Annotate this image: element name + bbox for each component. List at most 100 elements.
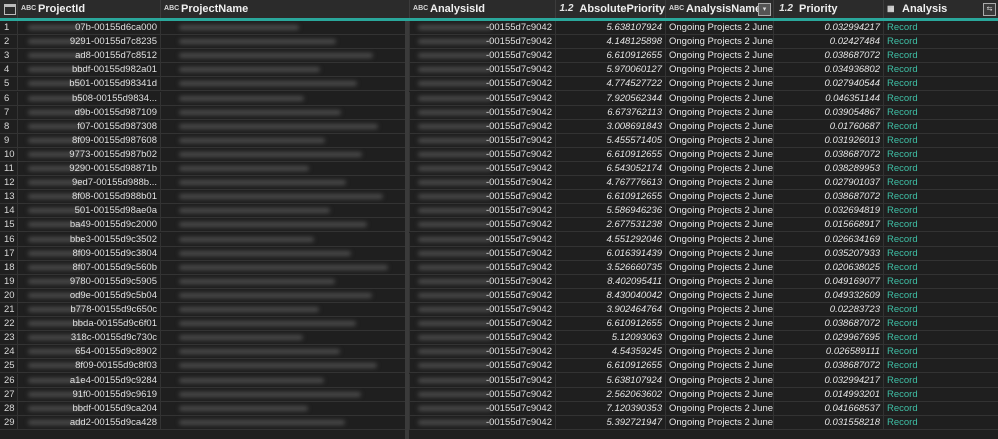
cell-analysisname[interactable]: Ongoing Projects 2 June: [666, 359, 774, 373]
cell-priority[interactable]: 0.026589111: [774, 345, 884, 359]
cell-projectname[interactable]: [161, 288, 410, 302]
cell-analysisname[interactable]: Ongoing Projects 2 June: [666, 147, 774, 161]
cell-analysis-record-link[interactable]: Record: [884, 388, 998, 401]
text-type-icon[interactable]: ABC: [164, 5, 179, 13]
table-row[interactable]: 13 8f08-00155d988b01 -00155d7c9042 6.610912…: [0, 190, 998, 205]
cell-projectid[interactable]: 8f09-00155d987608: [18, 133, 161, 147]
cell-projectname[interactable]: [161, 77, 410, 91]
cell-priority[interactable]: 0.038289953: [774, 162, 884, 175]
table-row[interactable]: 2 9291-00155d7c8235 -00155d7c9042 4.1481258…: [0, 35, 998, 50]
cell-projectid[interactable]: 501-00155d98ae0a: [18, 204, 161, 218]
row-number[interactable]: 3: [0, 49, 18, 63]
cell-analysis-record-link[interactable]: Record: [884, 176, 998, 189]
table-row[interactable]: 11 9290-00155d98871b -00155d7c9042 6.543052…: [0, 162, 998, 176]
text-type-icon[interactable]: ABC: [413, 5, 428, 13]
cell-priority[interactable]: 0.032694819: [774, 204, 884, 218]
cell-priority[interactable]: 0.038687072: [774, 317, 884, 331]
cell-projectid[interactable]: 8f08-00155d988b01: [18, 190, 161, 204]
row-number[interactable]: 15: [0, 218, 18, 232]
table-row[interactable]: 24 654-00155d9c8902 -00155d7c9042 4.5435924…: [0, 345, 998, 360]
cell-analysisname[interactable]: Ongoing Projects 2 June: [666, 49, 774, 63]
cell-priority[interactable]: 0.01760687: [774, 119, 884, 133]
cell-analysisname[interactable]: Ongoing Projects 2 June: [666, 35, 774, 49]
cell-priority[interactable]: 0.031558218: [774, 415, 884, 429]
row-number[interactable]: 25: [0, 359, 18, 373]
cell-projectid[interactable]: a1e4-00155d9c9284: [18, 373, 161, 387]
cell-projectname[interactable]: [161, 317, 410, 331]
cell-projectid[interactable]: 9ed7-00155d988b...: [18, 176, 161, 190]
cell-projectname[interactable]: [161, 190, 410, 204]
cell-priority[interactable]: 0.02427484: [774, 35, 884, 49]
column-header-analysisid[interactable]: ABC AnalysisId: [410, 0, 556, 18]
table-row[interactable]: 8 f07-00155d987308 -00155d7c9042 3.00869184…: [0, 119, 998, 134]
cell-analysis-record-link[interactable]: Record: [884, 49, 998, 62]
row-number[interactable]: 24: [0, 345, 18, 359]
cell-analysisid[interactable]: -00155d7c9042: [410, 133, 556, 147]
column-header-priority[interactable]: 1.2 Priority: [774, 0, 884, 18]
row-number[interactable]: 17: [0, 246, 18, 260]
cell-absolutepriority[interactable]: 6.610912655: [556, 147, 666, 161]
cell-absolutepriority[interactable]: 3.902464764: [556, 303, 666, 316]
cell-analysis-record-link[interactable]: Record: [884, 289, 998, 302]
cell-analysis-record-link[interactable]: Record: [884, 162, 998, 175]
row-number[interactable]: 28: [0, 401, 18, 415]
cell-analysisname[interactable]: Ongoing Projects 2 June: [666, 317, 774, 331]
cell-priority[interactable]: 0.046351144: [774, 91, 884, 105]
cell-analysis-record-link[interactable]: Record: [884, 218, 998, 231]
cell-analysisname[interactable]: Ongoing Projects 2 June: [666, 401, 774, 415]
row-number[interactable]: 22: [0, 317, 18, 331]
cell-analysisname[interactable]: Ongoing Projects 2 June: [666, 373, 774, 387]
table-row[interactable]: 10 9773-00155d987b02 -00155d7c9042 6.610912…: [0, 147, 998, 162]
table-row[interactable]: 9 8f09-00155d987608 -00155d7c9042 5.4555714…: [0, 133, 998, 148]
row-number[interactable]: 2: [0, 35, 18, 49]
cell-projectname[interactable]: [161, 105, 410, 119]
cell-analysisid[interactable]: -00155d7c9042: [410, 119, 556, 133]
cell-projectname[interactable]: [161, 415, 410, 429]
table-row[interactable]: 5 b501-00155d98341d -00155d7c9042 4.7745277…: [0, 77, 998, 92]
cell-projectid[interactable]: 8f07-00155d9c560b: [18, 260, 161, 274]
row-number[interactable]: 29: [0, 415, 18, 429]
cell-analysisid[interactable]: -00155d7c9042: [410, 147, 556, 161]
table-row[interactable]: 27 91f0-00155d9c9619 -00155d7c9042 2.562063…: [0, 387, 998, 402]
row-number[interactable]: 10: [0, 147, 18, 161]
table-row[interactable]: 14 501-00155d98ae0a -00155d7c9042 5.5869462…: [0, 204, 998, 219]
cell-analysisname[interactable]: Ongoing Projects 2 June: [666, 232, 774, 246]
cell-projectid[interactable]: f07-00155d987308: [18, 119, 161, 133]
cell-projectname[interactable]: [161, 246, 410, 260]
cell-priority[interactable]: 0.038687072: [774, 190, 884, 204]
row-number[interactable]: 21: [0, 303, 18, 316]
cell-priority[interactable]: 0.039054867: [774, 105, 884, 119]
cell-projectname[interactable]: [161, 133, 410, 147]
cell-analysis-record-link[interactable]: Record: [884, 374, 998, 387]
text-type-icon[interactable]: ABC: [669, 5, 684, 13]
cell-analysisname[interactable]: Ongoing Projects 2 June: [666, 288, 774, 302]
cell-analysisid[interactable]: -00155d7c9042: [410, 105, 556, 119]
cell-priority[interactable]: 0.02283723: [774, 303, 884, 316]
cell-analysis-record-link[interactable]: Record: [884, 21, 998, 34]
cell-analysisid[interactable]: -00155d7c9042: [410, 49, 556, 63]
decimal-type-icon[interactable]: 1.2: [559, 4, 576, 14]
cell-priority[interactable]: 0.026634169: [774, 232, 884, 246]
table-row[interactable]: 18 8f07-00155d9c560b -00155d7c9042 3.526660…: [0, 260, 998, 275]
cell-analysisname[interactable]: Ongoing Projects 2 June: [666, 190, 774, 204]
cell-projectname[interactable]: [161, 260, 410, 274]
cell-absolutepriority[interactable]: 5.586946236: [556, 204, 666, 218]
cell-analysisid[interactable]: -00155d7c9042: [410, 274, 556, 288]
cell-analysis-record-link[interactable]: Record: [884, 106, 998, 119]
cell-projectid[interactable]: 91f0-00155d9c9619: [18, 387, 161, 401]
row-number[interactable]: 23: [0, 331, 18, 345]
cell-absolutepriority[interactable]: 3.008691843: [556, 119, 666, 133]
row-number[interactable]: 14: [0, 204, 18, 218]
cell-analysisname[interactable]: Ongoing Projects 2 June: [666, 415, 774, 429]
table-row[interactable]: 16 bbe3-00155d9c3502 -00155d7c9042 4.551292…: [0, 232, 998, 247]
cell-analysisid[interactable]: -00155d7c9042: [410, 303, 556, 316]
cell-projectid[interactable]: b508-00155d9834...: [18, 91, 161, 105]
cell-projectid[interactable]: b501-00155d98341d: [18, 77, 161, 91]
cell-priority[interactable]: 0.027940544: [774, 77, 884, 91]
row-number[interactable]: 16: [0, 232, 18, 246]
cell-analysis-record-link[interactable]: Record: [884, 77, 998, 90]
cell-priority[interactable]: 0.038687072: [774, 147, 884, 161]
cell-projectid[interactable]: 9780-00155d9c5905: [18, 274, 161, 288]
column-header-analysisname[interactable]: ABC AnalysisName ▾: [666, 0, 774, 18]
cell-analysisname[interactable]: Ongoing Projects 2 June: [666, 133, 774, 147]
